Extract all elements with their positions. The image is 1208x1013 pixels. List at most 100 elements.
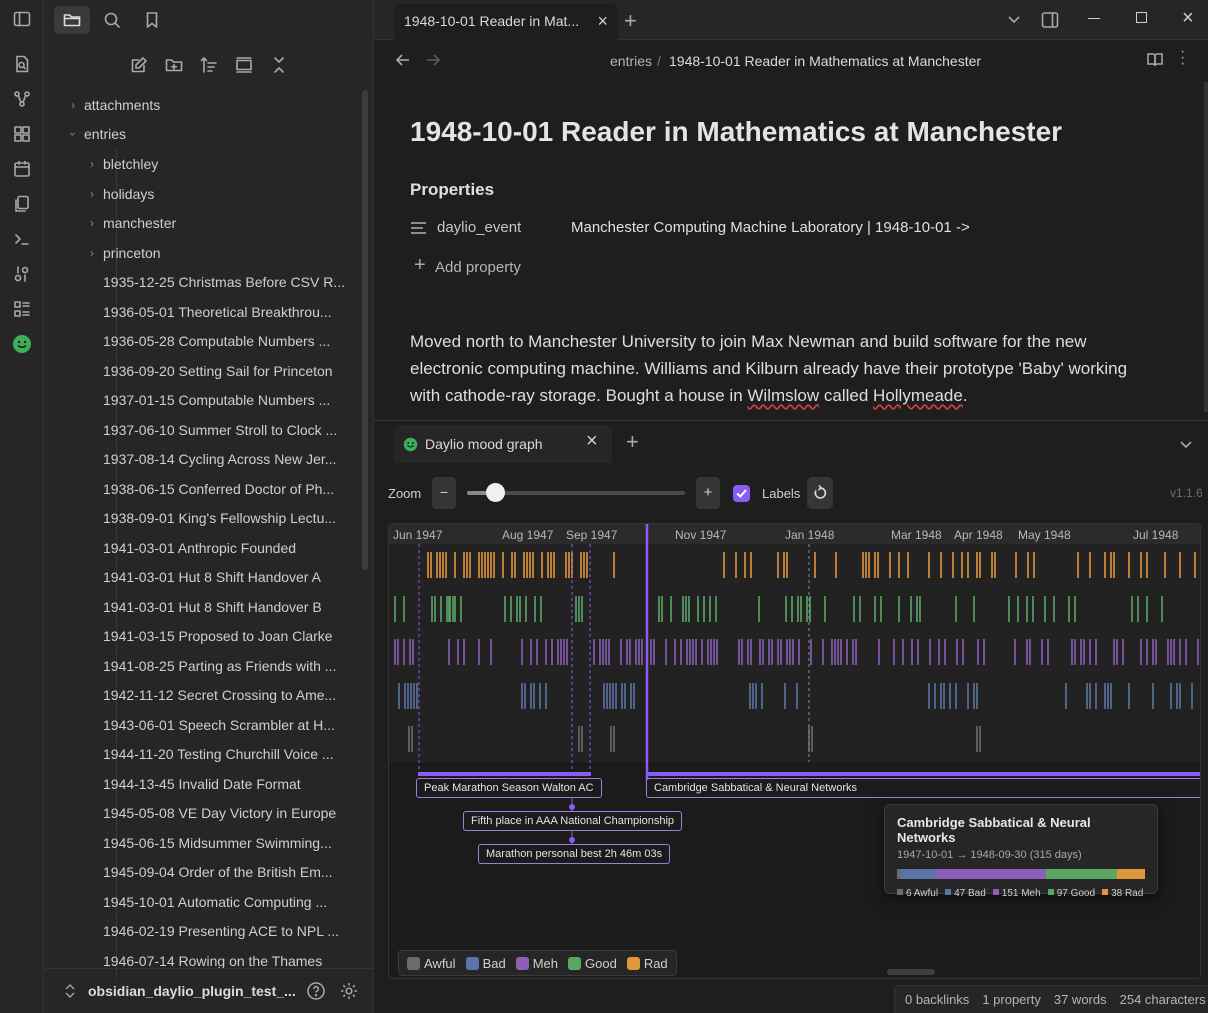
file-item[interactable]: 1938-06-15 Conferred Doctor of Ph... — [103, 477, 334, 501]
word-count[interactable]: 37 words — [1054, 992, 1107, 1007]
sort-order-icon[interactable] — [196, 52, 222, 78]
list-layout-icon[interactable] — [10, 297, 34, 321]
toggle-sidebar-icon[interactable] — [10, 7, 34, 31]
properties-heading[interactable]: Properties — [410, 180, 494, 200]
file-item[interactable]: 1937-01-15 Computable Numbers ... — [103, 388, 330, 412]
file-item[interactable]: 1944-11-20 Testing Churchill Voice ... — [103, 742, 334, 766]
breadcrumb-current[interactable]: 1948-10-01 Reader in Mathematics at Manc… — [669, 53, 981, 69]
tab-reader-in-mathematics[interactable]: 1948-10-01 Reader in Mat... × — [394, 4, 618, 40]
reading-view-book-icon[interactable] — [1146, 51, 1164, 69]
subfolder-manchester[interactable]: › manchester — [90, 211, 176, 235]
subfolder-bletchley[interactable]: › bletchley — [90, 152, 158, 176]
file-item[interactable]: 1946-02-19 Presenting ACE to NPL ... — [103, 919, 339, 943]
folder-entries[interactable]: › entries — [66, 122, 126, 146]
file-item[interactable]: 1943-06-01 Speech Scrambler at H... — [103, 713, 335, 737]
file-item[interactable]: 1941-08-25 Parting as Friends with ... — [103, 654, 336, 678]
binary-icon[interactable] — [10, 262, 34, 286]
note-body[interactable]: Moved north to Manchester University to … — [410, 328, 1170, 409]
event-label[interactable]: Cambridge Sabbatical & Neural Networks — [646, 778, 1200, 798]
tab-daylio-mood-graph[interactable]: Daylio mood graph × — [394, 425, 612, 463]
open-quick-switcher-icon[interactable] — [10, 52, 34, 76]
new-tab-plus-icon[interactable]: + — [626, 429, 639, 455]
file-item[interactable]: 1945-06-15 Midsummer Swimming... — [103, 831, 332, 855]
file-item[interactable]: 1935-12-25 Christmas Before CSV R... — [103, 270, 345, 294]
legend-item-rad[interactable]: Rad — [626, 956, 668, 971]
file-item[interactable]: 1945-05-08 VE Day Victory in Europe — [103, 801, 336, 825]
labels-label[interactable]: Labels — [762, 486, 800, 501]
daylio-mood-icon[interactable] — [10, 332, 34, 356]
legend-item-meh[interactable]: Meh — [515, 956, 558, 971]
character-count[interactable]: 254 characters — [1120, 992, 1206, 1007]
file-item[interactable]: 1941-03-01 Hut 8 Shift Handover B — [103, 595, 322, 619]
search-icon[interactable] — [94, 6, 130, 34]
tab-list-chevron-icon[interactable] — [1006, 12, 1022, 28]
close-window-icon[interactable]: × — [1182, 7, 1194, 30]
legend-item-good[interactable]: Good — [568, 956, 617, 971]
property-type-text-icon[interactable] — [410, 220, 428, 236]
file-item[interactable]: 1945-10-01 Automatic Computing ... — [103, 890, 327, 914]
add-property-button[interactable]: Add property — [435, 259, 521, 276]
graph-horizontal-scrollbar[interactable] — [887, 969, 935, 975]
back-arrow-icon[interactable] — [394, 52, 412, 68]
new-tab-plus-icon[interactable]: + — [624, 8, 637, 34]
property-value[interactable]: Manchester Computing Machine Laboratory … — [571, 219, 970, 236]
settings-gear-icon[interactable] — [339, 981, 359, 1001]
backlinks-count[interactable]: 0 backlinks — [905, 992, 969, 1007]
folder-attachments[interactable]: › attachments — [71, 93, 160, 117]
misspelled-word[interactable]: Hollymeade — [873, 386, 963, 405]
zoom-slider-thumb[interactable] — [486, 483, 506, 502]
file-item[interactable]: 1937-08-14 Cycling Across New Jer... — [103, 447, 336, 471]
file-item[interactable]: 1941-03-01 Hut 8 Shift Handover A — [103, 565, 321, 589]
property-key[interactable]: daylio_event — [437, 219, 521, 236]
event-label[interactable]: Marathon personal best 2h 46m 03s — [478, 844, 671, 864]
event-label[interactable]: Fifth place in AAA National Championship — [463, 811, 683, 831]
file-item[interactable]: 1936-05-28 Computable Numbers ... — [103, 329, 330, 353]
misspelled-word[interactable]: Wilmslow — [747, 386, 819, 405]
close-tab-icon[interactable]: × — [597, 4, 608, 38]
sidebar-scrollbar[interactable] — [362, 90, 368, 570]
minimize-window-icon[interactable] — [1088, 18, 1100, 19]
property-count[interactable]: 1 property — [982, 992, 1041, 1007]
more-options-icon[interactable]: · · · — [1180, 44, 1185, 72]
new-folder-icon[interactable] — [161, 52, 187, 78]
event-label[interactable]: Peak Marathon Season Walton AC — [416, 778, 602, 798]
labels-checkbox[interactable] — [733, 485, 750, 502]
files-tab-icon[interactable] — [54, 6, 90, 34]
maximize-window-icon[interactable] — [1136, 12, 1147, 23]
toggle-right-sidebar-icon[interactable] — [1040, 10, 1060, 30]
legend-item-awful[interactable]: Awful — [407, 956, 456, 971]
terminal-icon[interactable] — [10, 227, 34, 251]
file-item[interactable]: 1936-09-20 Setting Sail for Princeton — [103, 359, 333, 383]
file-item[interactable]: 1938-09-01 King's Fellowship Lectu... — [103, 506, 336, 530]
file-item[interactable]: 1937-06-10 Summer Stroll to Clock ... — [103, 418, 337, 442]
auto-reveal-icon[interactable] — [231, 52, 257, 78]
help-icon[interactable] — [306, 981, 326, 1001]
file-item[interactable]: 1936-05-01 Theoretical Breakthrou... — [103, 300, 332, 324]
collapse-all-icon[interactable] — [266, 52, 292, 78]
new-note-icon[interactable] — [126, 52, 152, 78]
zoom-out-button[interactable]: − — [432, 477, 456, 509]
breadcrumb-folder[interactable]: entries — [610, 53, 652, 69]
add-property-plus-icon[interactable]: + — [414, 255, 426, 275]
chevron-up-down-icon[interactable] — [64, 983, 76, 999]
templates-icon[interactable] — [10, 192, 34, 216]
canvas-icon[interactable] — [10, 122, 34, 146]
file-item[interactable]: 1941-03-15 Proposed to Joan Clarke — [103, 624, 333, 648]
mood-timeline-graph[interactable]: Jun 1947 Aug 1947 Sep 1947 Nov 1947 Jan 1948… — [388, 523, 1201, 979]
forward-arrow-icon[interactable] — [424, 52, 442, 68]
file-item[interactable]: 1941-03-01 Anthropic Founded — [103, 536, 296, 560]
reset-view-button[interactable] — [807, 477, 833, 509]
legend-item-bad[interactable]: Bad — [465, 956, 506, 971]
file-item[interactable]: 1942-11-12 Secret Crossing to Ame... — [103, 683, 336, 707]
file-item[interactable]: 1944-13-45 Invalid Date Format — [103, 772, 301, 796]
zoom-in-button[interactable]: + — [696, 477, 720, 509]
graph-view-icon[interactable] — [10, 87, 34, 111]
note-scrollbar[interactable] — [1204, 82, 1208, 412]
panel-collapse-chevron-icon[interactable] — [1178, 437, 1194, 453]
note-title[interactable]: 1948-10-01 Reader in Mathematics at Manc… — [410, 116, 1062, 148]
subfolder-holidays[interactable]: › holidays — [90, 182, 154, 206]
bookmarks-icon[interactable] — [134, 6, 170, 34]
close-tab-icon[interactable]: × — [586, 430, 598, 453]
zoom-slider[interactable] — [467, 483, 685, 502]
vault-name[interactable]: obsidian_daylio_plugin_test_... — [88, 983, 296, 999]
